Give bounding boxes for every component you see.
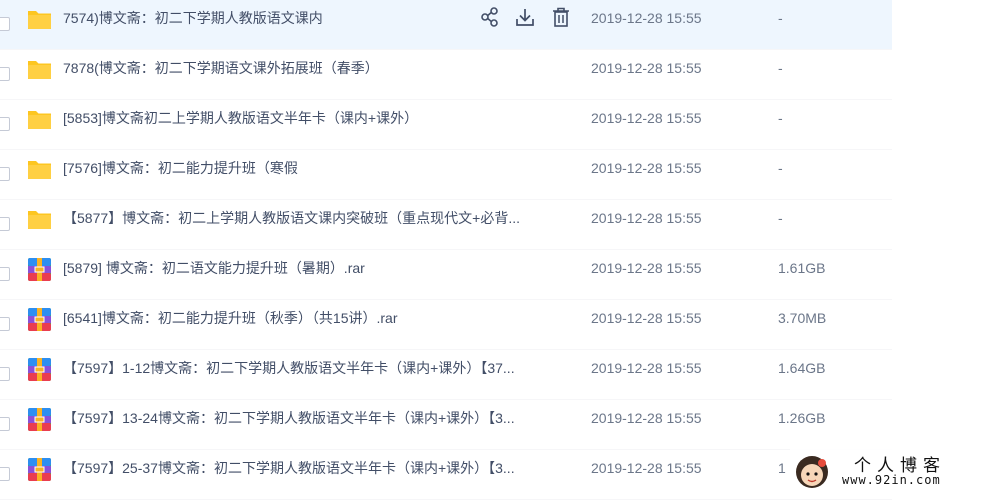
file-row[interactable]: 【5877】博文斋：初二上学期人教版语文课内突破班（重点现代文+必背... 201… — [0, 200, 892, 250]
row-checkbox[interactable] — [0, 367, 10, 381]
file-size: 1 — [778, 460, 786, 476]
file-date: 2019-12-28 15:55 — [591, 10, 702, 26]
archive-file-icon — [27, 257, 52, 282]
file-date: 2019-12-28 15:55 — [591, 60, 702, 76]
file-date: 2019-12-28 15:55 — [591, 310, 702, 326]
share-icon[interactable] — [480, 6, 500, 28]
file-row[interactable]: [5879] 博文斋：初二语文能力提升班（暑期）.rar 2019-12-28 1… — [0, 250, 892, 300]
file-date: 2019-12-28 15:55 — [591, 110, 702, 126]
file-name-link[interactable]: 【7597】1-12博文斋：初二下学期人教版语文半年卡（课内+课外）【37... — [63, 359, 515, 377]
archive-file-icon — [27, 407, 52, 432]
archive-file-icon — [27, 307, 52, 332]
file-size: - — [778, 10, 783, 26]
file-size: - — [778, 110, 783, 126]
watermark: 个人博客 www.92in.com — [790, 448, 986, 493]
delete-icon[interactable] — [551, 6, 571, 28]
cartoon-avatar-icon — [796, 456, 828, 488]
row-checkbox[interactable] — [0, 17, 10, 31]
watermark-url: www.92in.com — [842, 473, 941, 487]
file-row[interactable]: 7878(博文斋：初二下学期语文课外拓展班（春季） 2019-12-28 15:5… — [0, 50, 892, 100]
file-row[interactable]: 7574)博文斋：初二下学期人教版语文课内 2019-12-28 15:55 - — [0, 0, 892, 50]
file-name-link[interactable]: [7576]博文斋：初二能力提升班（寒假 — [63, 159, 298, 177]
folder-icon — [27, 107, 52, 132]
file-size: 1.64GB — [778, 360, 826, 376]
file-row[interactable]: [6541]博文斋：初二能力提升班（秋季）（共15讲）.rar 2019-12-2… — [0, 300, 892, 350]
file-name-link[interactable]: [5853]博文斋初二上学期人教版语文半年卡（课内+课外） — [63, 109, 418, 127]
row-checkbox[interactable] — [0, 317, 10, 331]
file-list: 7574)博文斋：初二下学期人教版语文课内 2019-12-28 15:55-78… — [0, 0, 892, 500]
file-size: - — [778, 160, 783, 176]
file-date: 2019-12-28 15:55 — [591, 160, 702, 176]
file-date: 2019-12-28 15:55 — [591, 210, 702, 226]
row-checkbox[interactable] — [0, 467, 10, 481]
file-name-link[interactable]: [5879] 博文斋：初二语文能力提升班（暑期）.rar — [63, 259, 365, 277]
file-size: 1.26GB — [778, 410, 826, 426]
file-date: 2019-12-28 15:55 — [591, 360, 702, 376]
file-date: 2019-12-28 15:55 — [591, 410, 702, 426]
folder-icon — [27, 207, 52, 232]
folder-icon — [27, 7, 52, 32]
file-name-link[interactable]: 【7597】13-24博文斋：初二下学期人教版语文半年卡（课内+课外）【3... — [63, 409, 515, 427]
file-name-link[interactable]: 【5877】博文斋：初二上学期人教版语文课内突破班（重点现代文+必背... — [63, 209, 520, 227]
file-size: 3.70MB — [778, 310, 827, 326]
download-icon[interactable] — [515, 6, 535, 28]
file-name-link[interactable]: 7878(博文斋：初二下学期语文课外拓展班（春季） — [63, 59, 379, 77]
row-checkbox[interactable] — [0, 117, 10, 131]
file-row[interactable]: 【7597】13-24博文斋：初二下学期人教版语文半年卡（课内+课外）【3...… — [0, 400, 892, 450]
file-date: 2019-12-28 15:55 — [591, 260, 702, 276]
file-date: 2019-12-28 15:55 — [591, 460, 702, 476]
file-name-link[interactable]: 7574)博文斋：初二下学期人教版语文课内 — [63, 9, 323, 27]
file-name-link[interactable]: [6541]博文斋：初二能力提升班（秋季）（共15讲）.rar — [63, 309, 398, 327]
row-checkbox[interactable] — [0, 167, 10, 181]
folder-icon — [27, 57, 52, 82]
archive-file-icon — [27, 457, 52, 482]
file-size: - — [778, 210, 783, 226]
folder-icon — [27, 157, 52, 182]
file-row[interactable]: [7576]博文斋：初二能力提升班（寒假 2019-12-28 15:55 - — [0, 150, 892, 200]
file-row[interactable]: [5853]博文斋初二上学期人教版语文半年卡（课内+课外） 2019-12-28 … — [0, 100, 892, 150]
file-size: - — [778, 60, 783, 76]
file-name-link[interactable]: 【7597】25-37博文斋：初二下学期人教版语文半年卡（课内+课外）【3... — [63, 459, 515, 477]
row-checkbox[interactable] — [0, 267, 10, 281]
file-size: 1.61GB — [778, 260, 826, 276]
row-checkbox[interactable] — [0, 417, 10, 431]
row-checkbox[interactable] — [0, 67, 10, 81]
archive-file-icon — [27, 357, 52, 382]
row-checkbox[interactable] — [0, 217, 10, 231]
file-row[interactable]: 【7597】1-12博文斋：初二下学期人教版语文半年卡（课内+课外）【37...… — [0, 350, 892, 400]
